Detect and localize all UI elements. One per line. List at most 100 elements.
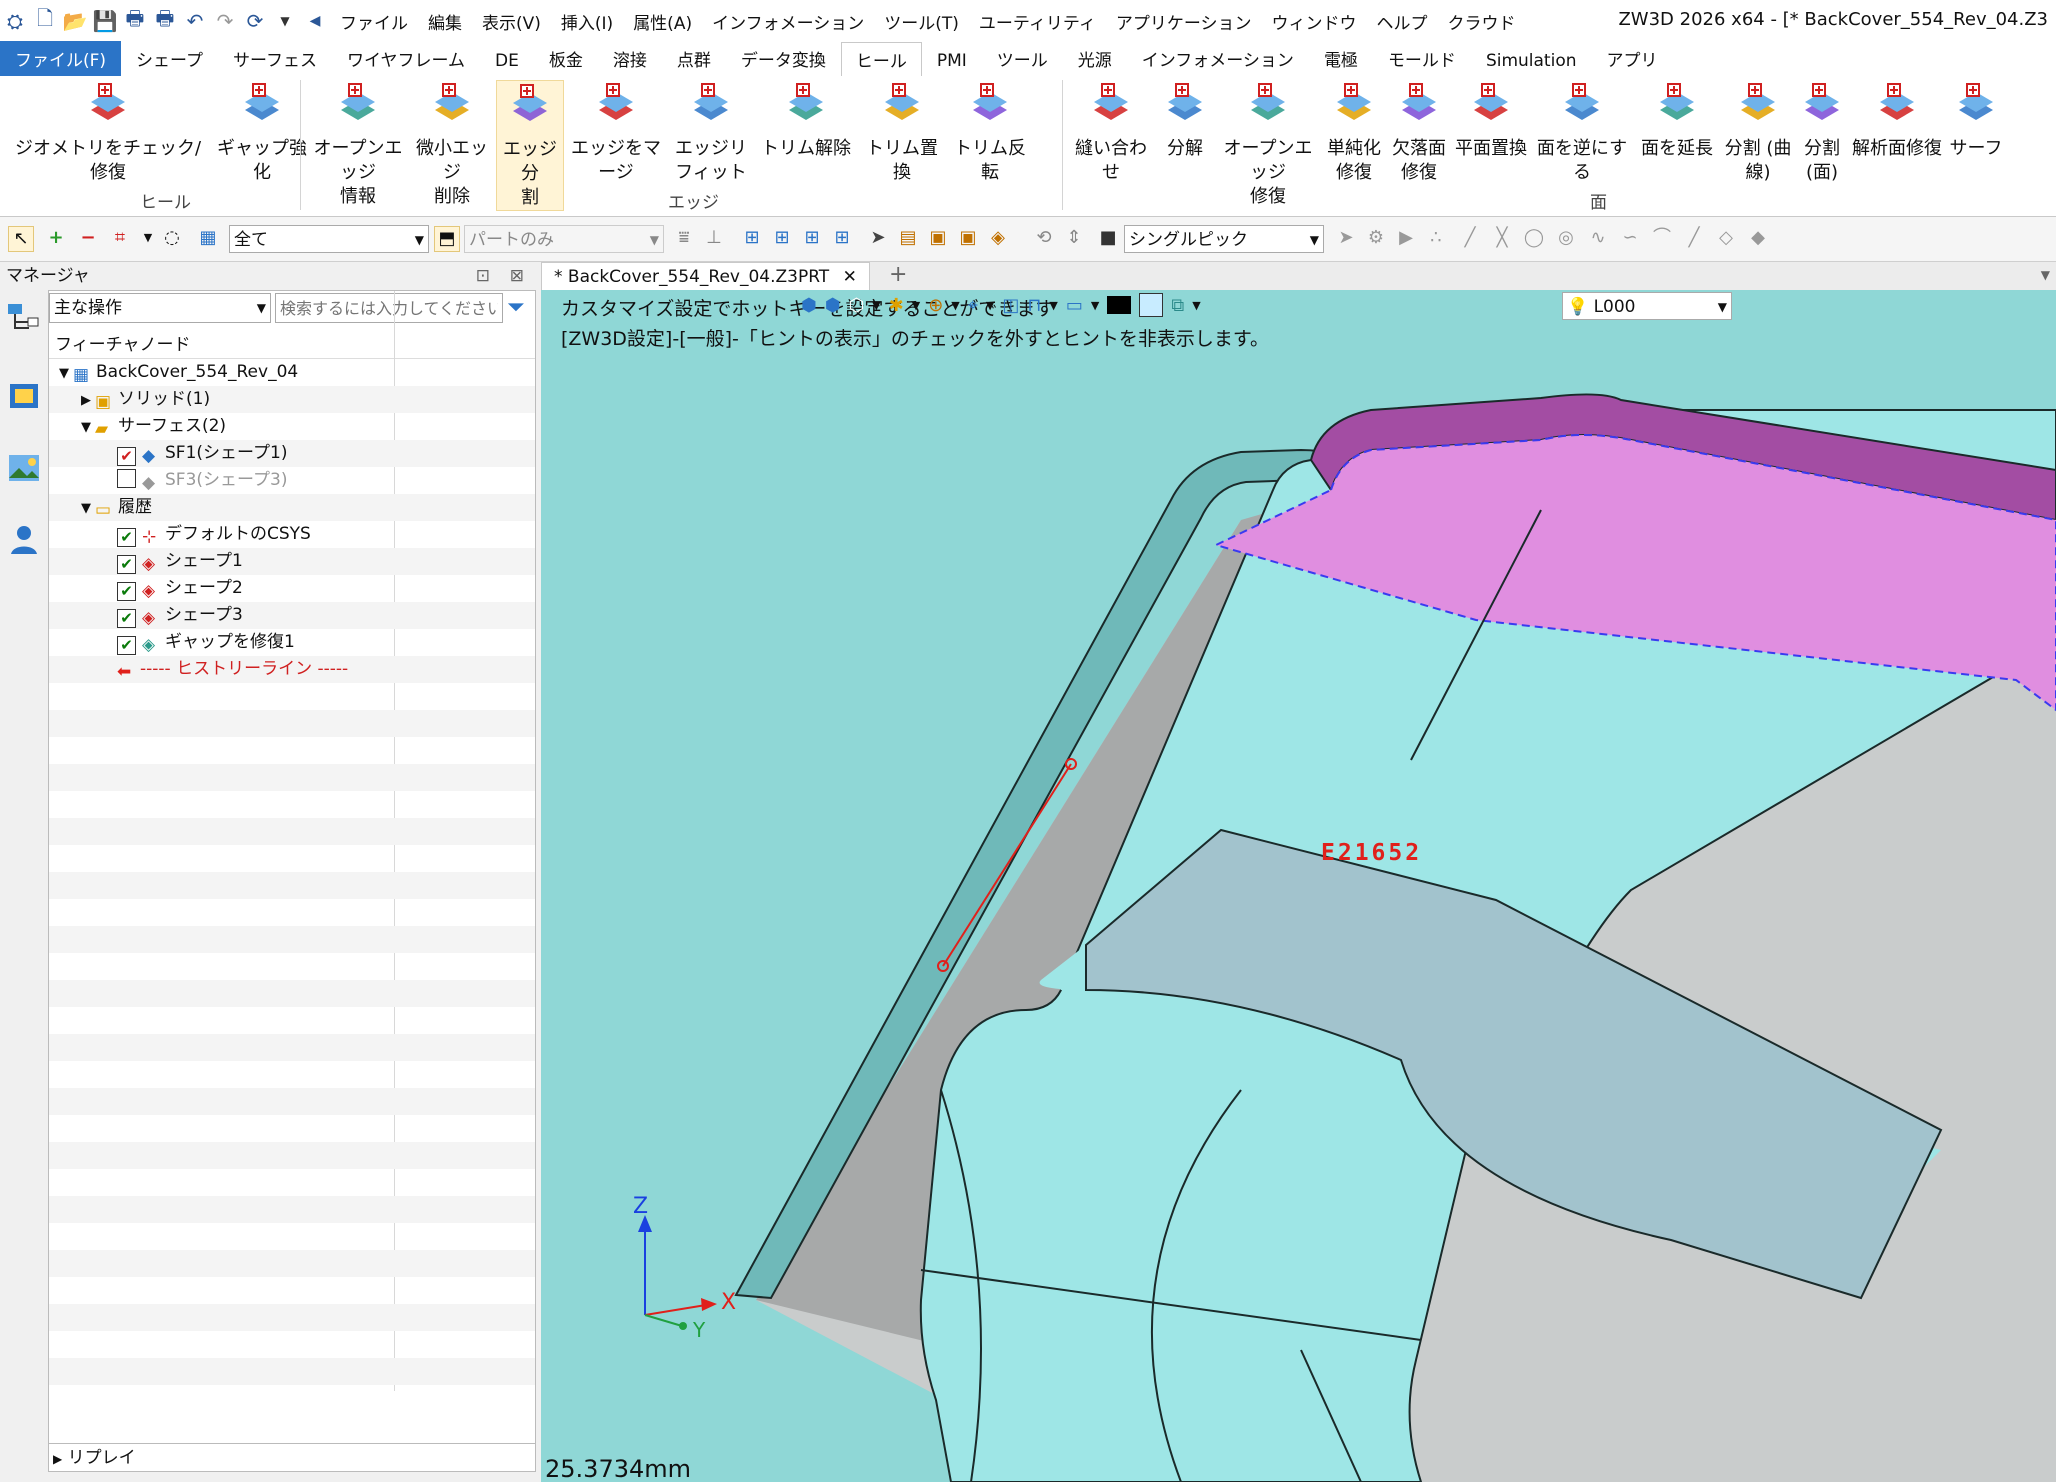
tree-node[interactable]: ✔ ◈ シェープ3 [49, 602, 535, 629]
table-icon[interactable]: ▤ [896, 226, 920, 250]
ribbon-tab[interactable]: アプリ [1592, 41, 1673, 76]
visibility-checkbox[interactable]: ✔ [117, 609, 136, 628]
menu-item[interactable]: ウィンドウ [1262, 9, 1367, 34]
point-icon[interactable]: ∴ [1424, 226, 1448, 250]
play-icon[interactable]: ▶ [1394, 226, 1418, 250]
menu-item[interactable]: アプリケーション [1106, 9, 1262, 34]
ribbon-button[interactable]: 欠落面 修復 [1390, 80, 1448, 185]
pick-mode-select[interactable]: シングルピック ▼ [1124, 225, 1324, 253]
ribbon-tab[interactable]: DE [480, 46, 534, 76]
close-tab-icon[interactable]: ✕ [843, 267, 857, 287]
arc-icon[interactable]: ⌒ [1650, 226, 1674, 250]
ribbon-tab[interactable]: 点群 [662, 41, 726, 76]
circle2-icon[interactable]: ◎ [1554, 226, 1578, 250]
ribbon-tab[interactable]: データ変換 [726, 41, 841, 76]
tree-node[interactable]: ▼ ▰ サーフェス(2) [49, 413, 535, 440]
measure-tool-icon[interactable]: ⊥ [702, 226, 726, 250]
chevron-down-icon[interactable]: ▼ [986, 299, 994, 312]
ribbon-button[interactable]: サーフ [1946, 80, 2006, 161]
ribbon-button[interactable]: 微小エッジ 削除 [412, 80, 492, 209]
tree-node[interactable]: ✔ ◈ シェープ2 [49, 575, 535, 602]
ribbon-tab[interactable]: サーフェス [218, 41, 332, 76]
close-icon[interactable]: ⊠ [510, 262, 524, 290]
measure-icon[interactable]: ⊓ [1027, 295, 1041, 316]
ribbon-button[interactable]: トリム解除 [756, 80, 856, 161]
menu-item[interactable]: クラウド [1438, 9, 1526, 34]
ribbon-tab[interactable]: ファイル(F) [0, 41, 122, 76]
print-icon[interactable]: 🖶 [120, 6, 150, 36]
visibility-checkbox[interactable]: ✔ [117, 447, 136, 466]
ribbon-button[interactable]: 単純化 修復 [1322, 80, 1386, 185]
ribbon-button[interactable]: 解析面修復 [1852, 80, 1942, 161]
visibility-checkbox[interactable]: ✔ [117, 555, 136, 574]
save-icon[interactable]: 💾 [90, 6, 120, 36]
chevron-right-icon[interactable]: ▶ [77, 387, 95, 414]
tree-node[interactable]: ◆ SF3(シェープ3) [49, 467, 535, 494]
ribbon-tab[interactable]: Simulation [1471, 46, 1592, 76]
ribbon-button[interactable]: オープンエッジ 修復 [1218, 80, 1318, 209]
line-icon[interactable]: ╱ [1458, 226, 1482, 250]
pick-filter-icon[interactable]: ⌗ [108, 226, 132, 250]
quick-access-dropdown-icon[interactable]: ▼ [270, 6, 300, 36]
chevron-down-icon[interactable]: ▼ [912, 299, 920, 312]
ribbon-button[interactable]: 面を延長 [1634, 80, 1720, 161]
menu-collapse-icon[interactable]: ◀ [300, 6, 330, 36]
color-black-swatch-icon[interactable] [1107, 296, 1132, 314]
visibility-checkbox[interactable] [117, 469, 136, 488]
redo-icon[interactable]: ↷ [210, 6, 240, 36]
line2-icon[interactable]: ╳ [1490, 226, 1514, 250]
line3-icon[interactable]: ╱ [1682, 226, 1706, 250]
chevron-down-icon[interactable]: ▼ [951, 299, 959, 312]
print-preview-icon[interactable]: 🖶 [150, 6, 180, 36]
stop-icon[interactable]: ■ [1096, 226, 1120, 250]
ribbon-tab[interactable]: モールド [1373, 41, 1471, 76]
chevron-down-icon[interactable]: ▼ [1192, 299, 1200, 312]
ribbon-tab[interactable]: PMI [922, 46, 982, 76]
ribbon-button[interactable]: ジオメトリをチェック/修復 [8, 80, 208, 185]
shading-icon[interactable]: ⬢ [825, 295, 841, 316]
background-icon[interactable]: ▭ [1066, 295, 1083, 316]
ribbon-tab[interactable]: 溶接 [598, 41, 662, 76]
tree-node[interactable]: ▼ ▭ 履歴 [49, 494, 535, 521]
tree-node[interactable]: ✔ ⊹ デフォルトのCSYS [49, 521, 535, 548]
curve-icon[interactable]: ∿ [1586, 226, 1610, 250]
menu-item[interactable]: ツール(T) [874, 9, 969, 34]
menu-item[interactable]: ユーティリティ [969, 9, 1106, 34]
lasso-icon[interactable]: ◌ [160, 226, 184, 250]
ribbon-button[interactable]: トリム反転 [948, 80, 1032, 185]
tree-node[interactable]: ▶ ▣ ソリッド(1) [49, 386, 535, 413]
chevron-down-icon[interactable]: ▼ [77, 414, 95, 441]
tree-node[interactable]: ✔ ◈ ギャップを修復1 [49, 629, 535, 656]
ribbon-tab[interactable]: 電極 [1309, 41, 1373, 76]
ribbon-button[interactable]: オープンエッジ 情報 [308, 80, 408, 209]
pick-cursor-icon[interactable]: ➤ [1334, 226, 1358, 250]
browser-icon[interactable]: ◈ [986, 226, 1010, 250]
ribbon-button[interactable]: ギャップ強化 [212, 80, 312, 185]
section-view-icon[interactable]: ◫ [1002, 295, 1019, 316]
ribbon-button[interactable]: エッジリ フィット [670, 80, 752, 185]
render-mode-icon[interactable]: ⬢ [801, 295, 817, 316]
ribbon-button[interactable]: 分解 [1156, 80, 1214, 161]
ribbon-button[interactable]: 分割 (曲 線) [1724, 80, 1792, 185]
document-tab[interactable]: * BackCover_554_Rev_04.Z3PRT ✕ [541, 262, 870, 291]
user-icon[interactable] [6, 522, 42, 558]
chevron-down-icon[interactable]: ▼ [77, 495, 95, 522]
filter-list-icon[interactable]: ▦ [196, 226, 220, 250]
ribbon-button[interactable]: エッジ 分割 [496, 80, 564, 211]
ribbon-tab[interactable]: ヒール [840, 42, 922, 77]
visibility-checkbox[interactable]: ✔ [117, 528, 136, 547]
tree-node[interactable]: ▼ ▦ BackCover_554_Rev_04 [49, 359, 535, 386]
gear-pick-icon[interactable]: ⚙ [1364, 226, 1388, 250]
view-cube-icon[interactable]: ⬡ [848, 295, 864, 316]
3d-viewport[interactable]: カスタマイズ設定でホットキーを設定することができます [ZW3D設定]-[一般]… [541, 290, 2056, 1482]
tab-list-dropdown-icon[interactable]: ▼ [2041, 268, 2050, 282]
menu-item[interactable]: 編集 [418, 9, 472, 34]
chevron-down-icon[interactable]: ▼ [1049, 299, 1057, 312]
snap-icon[interactable]: ⌖ [968, 295, 978, 316]
ribbon-button[interactable]: 分割 (面) [1796, 80, 1848, 185]
circle-icon[interactable]: ◯ [1522, 226, 1546, 250]
part-scope-icon[interactable]: ⬒ [434, 226, 460, 252]
open-file-icon[interactable]: 📂 [60, 6, 90, 36]
part-view-icon[interactable] [6, 378, 42, 414]
undo-icon[interactable]: ↶ [180, 6, 210, 36]
